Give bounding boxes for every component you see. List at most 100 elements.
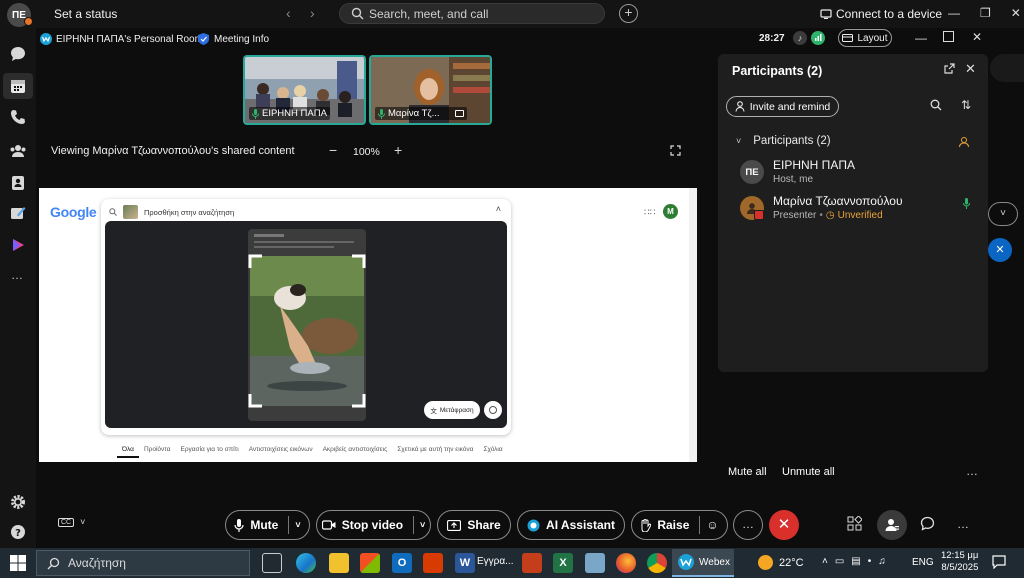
participants-group-header[interactable]: ˅ Participants (2): [736, 135, 831, 147]
chat-icon[interactable]: [920, 516, 935, 531]
chevron-left-icon[interactable]: ‹: [286, 5, 291, 21]
translate-button[interactable]: 文 Μετάφραση: [424, 401, 480, 419]
zoom-in-button[interactable]: +: [394, 142, 402, 158]
sort-icon[interactable]: ⇅: [961, 98, 971, 112]
language-indicator[interactable]: ENG: [912, 557, 934, 568]
network-quality-icon[interactable]: [811, 31, 825, 45]
maximize-icon[interactable]: [943, 31, 954, 42]
stop-video-button[interactable]: Stop video ˅: [316, 510, 431, 540]
tab-homework[interactable]: Εργασία για το σπίτι: [176, 446, 244, 458]
plus-icon[interactable]: +: [619, 4, 638, 23]
app-icon[interactable]: [585, 553, 605, 573]
end-meeting-button[interactable]: ✕: [769, 510, 799, 540]
shared-screen[interactable]: Google Προσθήκη στην αναζήτηση ˄ 文 Μετάφ…: [39, 188, 697, 462]
task-view-icon[interactable]: [262, 553, 282, 573]
search-icon[interactable]: [930, 99, 942, 111]
tab-feedback[interactable]: Σχόλια: [478, 446, 507, 458]
unmute-all-button[interactable]: Unmute all: [782, 466, 835, 478]
participant-row-marina[interactable]: Μαρίνα Τζωαννοπούλου Presenter • ◷ Unver…: [740, 194, 980, 226]
minimize-meeting-icon[interactable]: —: [915, 31, 927, 45]
google-account-avatar[interactable]: M: [663, 204, 678, 219]
settings-icon[interactable]: [9, 493, 27, 511]
captions-button[interactable]: CC ˅: [58, 517, 85, 527]
edge-icon[interactable]: [296, 553, 316, 573]
word-window-label[interactable]: Εγγρα...: [477, 556, 513, 567]
volume-icon[interactable]: ♫: [878, 556, 886, 567]
close-icon[interactable]: ✕: [988, 238, 1012, 262]
raise-hand-button[interactable]: Raise ☺: [631, 510, 728, 540]
layout-button[interactable]: Layout: [838, 29, 892, 47]
monitor-icon[interactable]: ▭: [835, 556, 844, 567]
lens-search-button[interactable]: [484, 401, 502, 419]
chevron-up-icon[interactable]: ˄: [822, 556, 828, 567]
more-options-icon[interactable]: …: [957, 517, 970, 531]
close-icon[interactable]: ✕: [1011, 6, 1021, 20]
firefox-icon[interactable]: [616, 553, 636, 573]
close-meeting-icon[interactable]: ✕: [972, 30, 982, 44]
chevron-down-icon[interactable]: ˅: [988, 202, 1018, 226]
popout-icon[interactable]: [944, 63, 955, 74]
noise-icon[interactable]: ♪: [793, 31, 807, 45]
weather-widget[interactable]: 22°C: [758, 555, 804, 570]
ai-assistant-button[interactable]: AI Assistant: [517, 510, 625, 540]
connect-device-button[interactable]: Connect to a device: [820, 7, 942, 21]
vidcast-icon[interactable]: [9, 236, 27, 254]
google-apps-icon[interactable]: ∷∷: [644, 207, 655, 218]
zoom-out-button[interactable]: −: [329, 142, 337, 158]
chevron-right-icon[interactable]: ›: [310, 5, 315, 21]
reactions-icon[interactable]: ☺: [706, 518, 718, 532]
google-search-bar[interactable]: Προσθήκη στην αναζήτηση: [109, 203, 234, 221]
clock[interactable]: 12:15 μμ 8/5/2025: [941, 550, 978, 574]
set-status-link[interactable]: Set a status: [54, 7, 117, 21]
chevron-down-icon[interactable]: ˅: [295, 520, 300, 530]
tab-visual-matches[interactable]: Αντιστοιχίσεις εικόνων: [244, 446, 318, 458]
crop-handles[interactable]: [248, 254, 366, 408]
contacts-icon[interactable]: [9, 174, 27, 192]
scrollbar[interactable]: [689, 188, 697, 462]
more-options-button[interactable]: …: [733, 510, 763, 540]
participants-button[interactable]: [877, 510, 907, 540]
store-icon[interactable]: [360, 553, 380, 573]
tab-about-image[interactable]: Σχετικά με αυτή την εικόνα: [392, 446, 478, 458]
chevron-down-icon[interactable]: ˅: [420, 520, 425, 530]
notifications-icon[interactable]: [992, 555, 1006, 569]
video-tile-eirini[interactable]: ΕΙΡΗΝΗ ΠΑΠΑ: [243, 55, 366, 125]
mic-tray-icon[interactable]: •: [868, 556, 872, 567]
tab-all[interactable]: Όλα: [117, 446, 139, 458]
file-explorer-icon[interactable]: [329, 553, 349, 573]
taskbar-search-input[interactable]: Αναζήτηση: [36, 550, 250, 576]
more-options-icon[interactable]: …: [966, 464, 979, 478]
calendar-icon[interactable]: [9, 77, 27, 95]
word-icon[interactable]: W: [455, 553, 475, 573]
apps-icon[interactable]: [847, 516, 862, 531]
meeting-info-button[interactable]: Meeting Info: [198, 33, 269, 45]
mute-button[interactable]: Mute ˅: [225, 510, 310, 540]
office-icon[interactable]: [423, 553, 443, 573]
share-button[interactable]: Share: [437, 510, 511, 540]
invite-and-remind-button[interactable]: Invite and remind: [726, 96, 839, 117]
close-panel-icon[interactable]: ✕: [965, 61, 976, 77]
tab-products[interactable]: Προϊόντα: [139, 446, 176, 458]
excel-icon[interactable]: X: [553, 553, 573, 573]
help-icon[interactable]: ?: [9, 523, 27, 541]
windows-start-icon[interactable]: [10, 555, 26, 571]
chrome-icon[interactable]: [647, 553, 667, 573]
phone-icon[interactable]: [9, 108, 27, 126]
more-apps-icon[interactable]: …: [11, 268, 24, 282]
minimize-icon[interactable]: —: [948, 6, 960, 20]
webex-taskbar-button[interactable]: Webex: [672, 549, 734, 577]
powerpoint-icon[interactable]: [522, 553, 542, 573]
chat-icon[interactable]: [9, 45, 27, 63]
global-search-input[interactable]: Search, meet, and call: [339, 3, 605, 24]
participant-row-eirini[interactable]: ΠΕ ΕΙΡΗΝΗ ΠΑΠΑ Host, me: [740, 158, 980, 190]
outlook-icon[interactable]: O: [392, 553, 412, 573]
team-icon[interactable]: [9, 142, 27, 160]
chevron-up-icon[interactable]: ˄: [496, 204, 501, 214]
whiteboard-icon[interactable]: [9, 204, 27, 222]
network-icon[interactable]: ▤: [851, 556, 860, 567]
fullscreen-icon[interactable]: [670, 145, 681, 156]
tab-exact-matches[interactable]: Ακριβείς αντιστοιχίσεις: [318, 446, 393, 458]
video-tile-marina[interactable]: Μαρίνα Τζ...: [369, 55, 492, 125]
mute-all-button[interactable]: Mute all: [728, 466, 767, 478]
restore-icon[interactable]: ❐: [980, 6, 991, 20]
